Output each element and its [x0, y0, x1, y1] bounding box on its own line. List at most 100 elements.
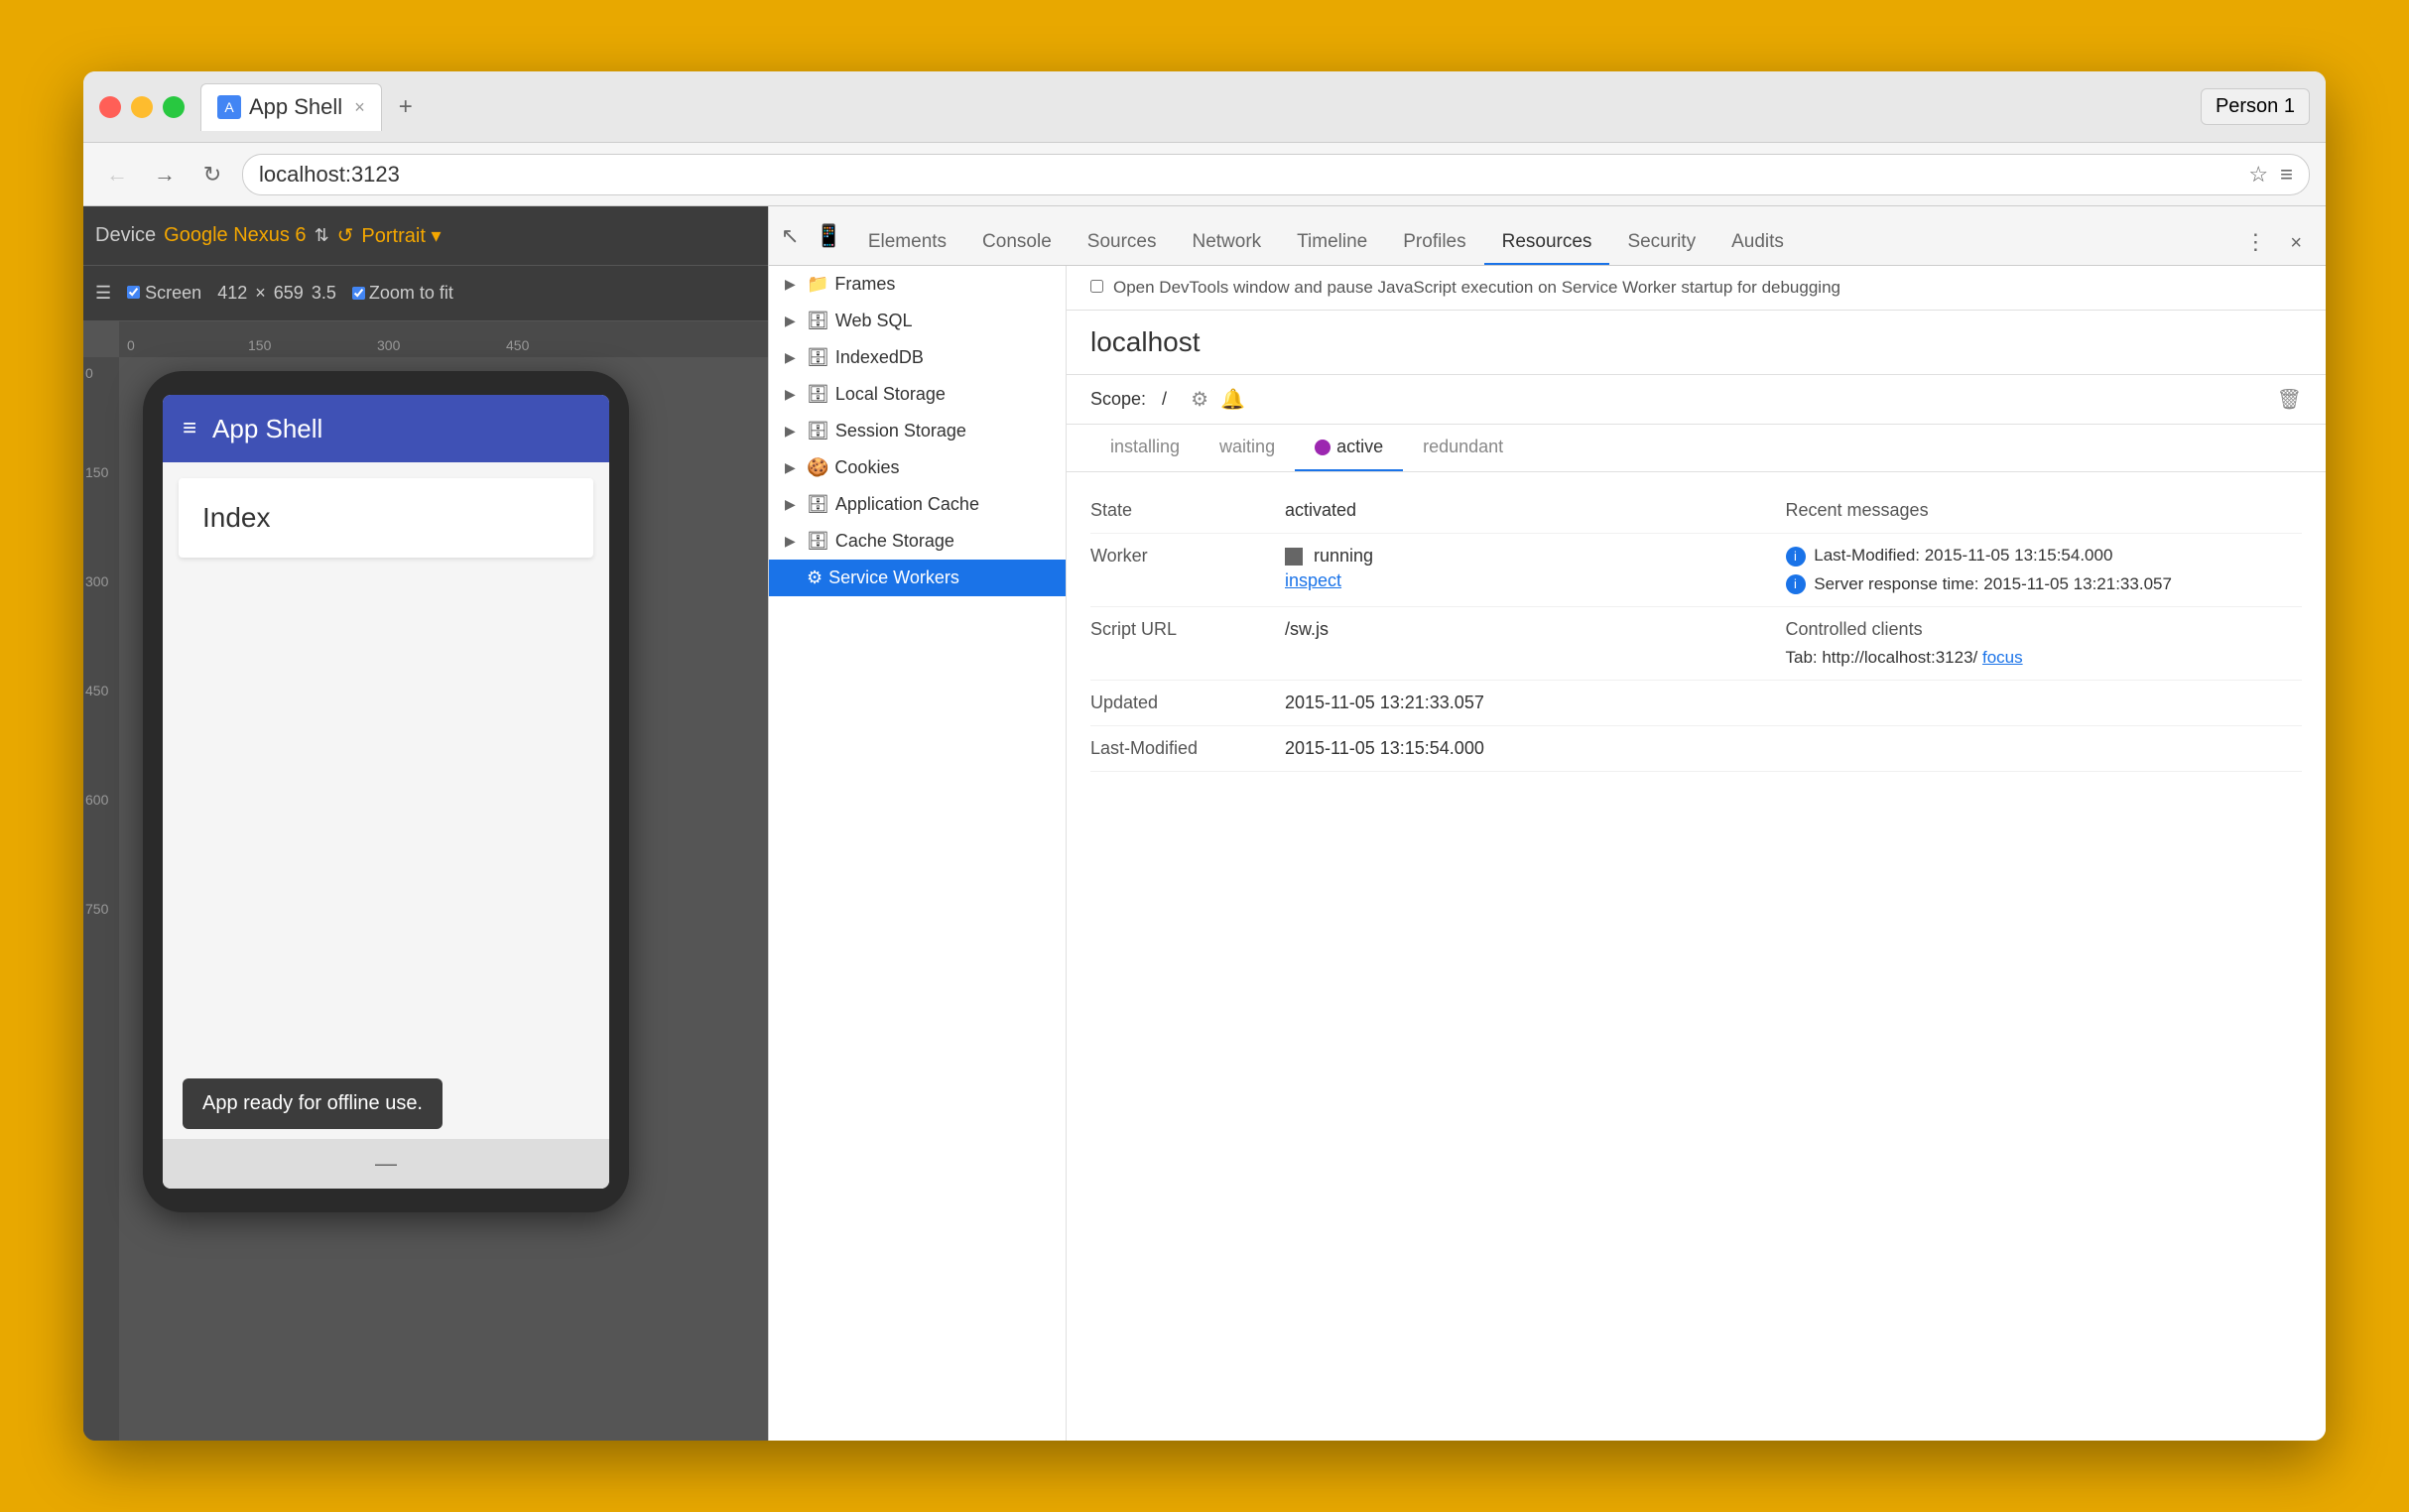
tree-label-cookies: Cookies [834, 457, 899, 478]
updated-value: 2015-11-05 13:21:33.057 [1269, 681, 1786, 726]
messages-list: i Last-Modified: 2015-11-05 13:15:54.000… [1786, 534, 2303, 607]
close-devtools-button[interactable]: × [2278, 222, 2314, 265]
sw-tab-waiting[interactable]: waiting [1200, 425, 1295, 471]
app-title-text: App Shell [212, 414, 322, 444]
profile-button[interactable]: Person 1 [2201, 88, 2310, 125]
ruler-mark-v-150: 150 [85, 464, 108, 480]
tree-icon-serviceworkers: ⚙ [807, 567, 823, 588]
tree-arrow-cachestorage: ▶ [785, 533, 801, 550]
detail-panel: Open DevTools window and pause JavaScrip… [1067, 266, 2326, 1441]
phone-nav-bottom: — [163, 1139, 609, 1189]
tab-network[interactable]: Network [1174, 221, 1279, 265]
bookmark-icon[interactable]: ☆ [2248, 162, 2268, 188]
zoom-fit-checkbox[interactable] [352, 287, 365, 300]
device-select[interactable]: Google Nexus 6 [164, 224, 306, 247]
menu-icon[interactable]: ≡ [2280, 162, 2293, 188]
cross-icon: × [255, 283, 266, 304]
tab-timeline[interactable]: Timeline [1279, 221, 1385, 265]
tab-sources[interactable]: Sources [1070, 221, 1175, 265]
sw-scope-row: Scope: / ⚙ 🔔 🗑 [1067, 375, 2326, 425]
screen-width[interactable]: 412 [217, 283, 247, 304]
sw-bell-icon[interactable]: 🔔 [1220, 387, 1245, 412]
device-arrows-icon[interactable]: ⇅ [315, 225, 329, 246]
message1-row: i Last-Modified: 2015-11-05 13:15:54.000 [1786, 546, 2303, 567]
device-toolbar-sub: ☰ Screen 412 × 659 3.5 Zoom to fit [83, 266, 768, 321]
tab-bar: A App Shell × + [200, 83, 2201, 131]
ruler-mark-h-300: 300 [377, 337, 400, 353]
tab-audits[interactable]: Audits [1713, 221, 1802, 265]
tree-item-localstorage[interactable]: ▶ 🗄 Local Storage [769, 376, 1066, 413]
refresh-button[interactable]: ↻ [194, 157, 230, 192]
tab-resources[interactable]: Resources [1484, 221, 1610, 265]
screen-zoom[interactable]: 3.5 [312, 283, 336, 304]
tab-close-button[interactable]: × [354, 97, 365, 118]
ruler-mark-v-750: 750 [85, 901, 108, 917]
tree-label-serviceworkers: Service Workers [828, 567, 959, 588]
sw-tab-redundant-label: redundant [1423, 437, 1503, 456]
back-button[interactable]: ← [99, 157, 135, 192]
sw-settings-icon[interactable]: ⚙ [1191, 387, 1208, 412]
devtools-toolbar: ↖ 📱 [781, 206, 842, 265]
sw-status-tabs: installing waiting active redundant [1067, 425, 2326, 472]
debug-checkbox[interactable] [1090, 280, 1103, 293]
more-tabs-button[interactable]: ⋮ [2232, 219, 2278, 265]
tree-item-frames[interactable]: ▶ 📁 Frames [769, 266, 1066, 303]
tree-icon-localstorage: 🗄 [807, 384, 829, 405]
cursor-tool-icon[interactable]: ↖ [781, 223, 799, 249]
device-label: Device [95, 224, 156, 247]
script-url-label: Script URL [1090, 607, 1269, 681]
tab-console[interactable]: Console [964, 221, 1070, 265]
inspect-link[interactable]: inspect [1285, 570, 1770, 591]
devtools-panel: ↖ 📱 Elements Console Sources Network Tim… [768, 206, 2326, 1441]
sw-tab-active[interactable]: active [1295, 425, 1403, 471]
device-toolbar-header: Device Google Nexus 6 ⇅ ↺ Portrait ▾ [83, 206, 768, 266]
tree-icon-frames: 📁 [807, 274, 828, 295]
worker-label: Worker [1090, 534, 1269, 607]
device-refresh-button[interactable]: ↺ [337, 223, 354, 248]
tree-item-serviceworkers[interactable]: ⚙ Service Workers [769, 560, 1066, 596]
sw-tab-installing[interactable]: installing [1090, 425, 1200, 471]
tree-item-indexeddb[interactable]: ▶ 🗄 IndexedDB [769, 339, 1066, 376]
tree-item-sessionstorage[interactable]: ▶ 🗄 Session Storage [769, 413, 1066, 449]
tab-security[interactable]: Security [1609, 221, 1713, 265]
tab-elements[interactable]: Elements [850, 221, 964, 265]
tree-panel: ▶ 📁 Frames ▶ 🗄 Web SQL ▶ 🗄 IndexedDB [769, 266, 1067, 1441]
ruler-mark-v-450: 450 [85, 683, 108, 698]
tree-arrow-frames: ▶ [785, 276, 801, 293]
controlled-clients-label: Controlled clients [1786, 619, 2303, 640]
message2-text: Server response time: 2015-11-05 13:21:3… [1814, 574, 2172, 593]
tree-item-cookies[interactable]: ▶ 🍪 Cookies [769, 449, 1066, 486]
close-button[interactable] [99, 96, 121, 118]
tree-item-cachestorage[interactable]: ▶ 🗄 Cache Storage [769, 523, 1066, 560]
tree-item-websql[interactable]: ▶ 🗄 Web SQL [769, 303, 1066, 339]
screen-height[interactable]: 659 [274, 283, 304, 304]
sw-tab-redundant[interactable]: redundant [1403, 425, 1523, 471]
minimize-button[interactable] [131, 96, 153, 118]
tree-label-cachestorage: Cache Storage [835, 531, 954, 552]
focus-link[interactable]: focus [1982, 648, 2023, 667]
sw-delete-icon[interactable]: 🗑 [2277, 387, 2302, 412]
traffic-lights [99, 96, 185, 118]
phone-screen: ≡ App Shell Index App ready for offline … [163, 395, 609, 1189]
browser-tab[interactable]: A App Shell × [200, 83, 382, 131]
running-stop-icon [1285, 548, 1303, 566]
maximize-button[interactable] [163, 96, 185, 118]
worker-state-text: running [1314, 546, 1373, 566]
script-url-value: /sw.js [1269, 607, 1786, 681]
new-tab-button[interactable]: + [386, 87, 426, 127]
screen-info: 412 × 659 3.5 [217, 283, 336, 304]
mobile-tool-icon[interactable]: 📱 [815, 223, 841, 249]
address-bar[interactable]: localhost:3123 ☆ ≡ [242, 154, 2310, 195]
tree-icon-appcache: 🗄 [807, 494, 829, 515]
orientation-select[interactable]: Portrait ▾ [361, 223, 441, 248]
sw-scope-label: Scope: [1090, 389, 1146, 410]
tree-item-appcache[interactable]: ▶ 🗄 Application Cache [769, 486, 1066, 523]
tab-profiles[interactable]: Profiles [1385, 221, 1483, 265]
screen-checkbox[interactable] [127, 286, 140, 299]
ruler-mark-h-150: 150 [248, 337, 271, 353]
hamburger-icon[interactable]: ≡ [183, 415, 196, 442]
info-icon-2: i [1786, 574, 1806, 594]
forward-button[interactable]: → [147, 157, 183, 192]
message1-text: Last-Modified: 2015-11-05 13:15:54.000 [1814, 546, 2112, 565]
title-bar: A App Shell × + Person 1 [83, 71, 2326, 143]
